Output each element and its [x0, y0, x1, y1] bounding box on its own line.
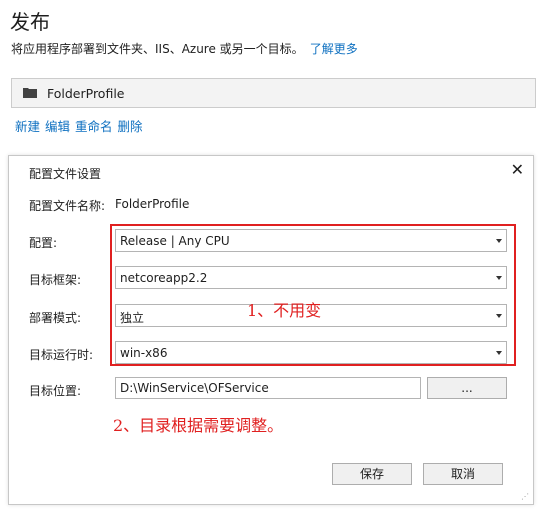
runtime-label: 目标运行时:: [29, 348, 94, 362]
edit-profile-link[interactable]: 编辑: [45, 119, 70, 134]
chevron-down-icon: [496, 276, 502, 280]
annotation-note-2: 2、目录根据需要调整。: [113, 416, 284, 435]
runtime-value: win-x86: [120, 346, 168, 360]
profile-settings-dialog: 配置文件设置 ✕ 配置文件名称: FolderProfile 配置: Relea…: [8, 155, 534, 505]
annotation-note-1: 1、不用变: [247, 301, 322, 320]
close-icon[interactable]: ✕: [511, 162, 524, 178]
rename-profile-link[interactable]: 重命名: [75, 119, 113, 134]
config-value: Release | Any CPU: [120, 234, 230, 248]
profile-name: FolderProfile: [47, 86, 125, 101]
subtitle-text: 将应用程序部署到文件夹、IIS、Azure 或另一个目标。: [11, 42, 304, 56]
new-profile-link[interactable]: 新建: [15, 119, 40, 134]
chevron-down-icon: [496, 314, 502, 318]
target-location-input[interactable]: [115, 377, 421, 399]
profile-name-value: FolderProfile: [115, 197, 190, 211]
page-title: 发布: [10, 10, 50, 34]
save-button[interactable]: 保存: [332, 463, 412, 485]
delete-profile-link[interactable]: 删除: [118, 119, 143, 134]
config-label: 配置:: [29, 236, 58, 250]
config-select[interactable]: Release | Any CPU: [115, 229, 507, 252]
profile-selector[interactable]: FolderProfile: [11, 78, 536, 108]
cancel-button[interactable]: 取消: [423, 463, 503, 485]
chevron-down-icon: [496, 239, 502, 243]
browse-button[interactable]: ...: [427, 377, 507, 399]
framework-label: 目标框架:: [29, 273, 82, 287]
framework-select[interactable]: netcoreapp2.2: [115, 266, 507, 289]
chevron-down-icon: [496, 351, 502, 355]
profile-name-label: 配置文件名称:: [29, 199, 106, 213]
folder-icon: [23, 88, 37, 98]
deploy-mode-value: 独立: [120, 311, 145, 325]
target-location-label: 目标位置:: [29, 384, 82, 398]
profile-actions: 新建 编辑 重命名 删除: [15, 116, 148, 135]
dialog-title: 配置文件设置: [29, 167, 102, 181]
resize-grip-icon[interactable]: ⋰: [521, 493, 529, 501]
framework-value: netcoreapp2.2: [120, 271, 208, 285]
runtime-select[interactable]: win-x86: [115, 341, 507, 364]
deploy-mode-label: 部署模式:: [29, 311, 82, 325]
learn-more-link[interactable]: 了解更多: [310, 42, 358, 56]
page-subtitle: 将应用程序部署到文件夹、IIS、Azure 或另一个目标。 了解更多: [11, 40, 358, 57]
